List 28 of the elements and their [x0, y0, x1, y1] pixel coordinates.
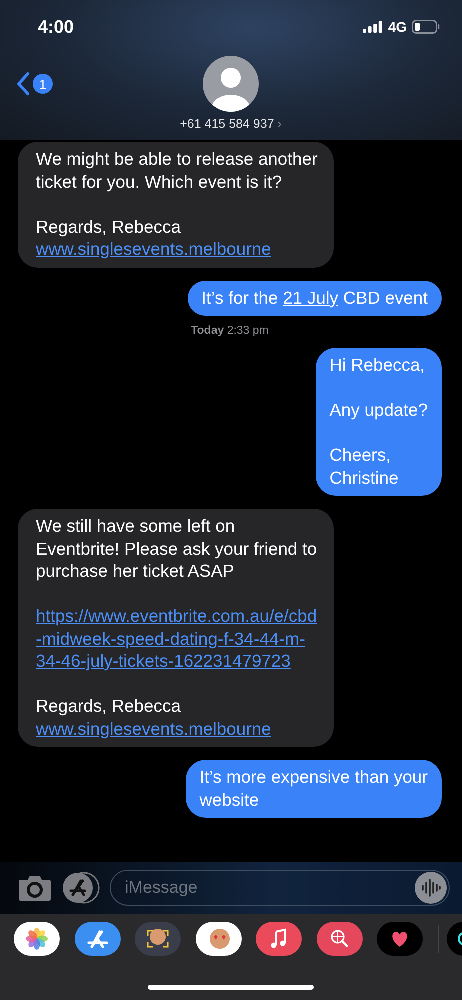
message-bubble[interactable]: We still have some left on Eventbrite! Please ask your friend to purchase her ticket ASAP https://www.eventbrite.com.au/e/cbd-midweek-speed-dating-f-34-44-m-34-46-july-tickets-162231479723 Regards, Rebecca www.singlesevents.melbourne	[18, 509, 334, 747]
app-icon[interactable]	[447, 922, 462, 956]
link[interactable]: www.singlesevents.melbourne	[36, 718, 318, 740]
audio-icon[interactable]	[415, 872, 447, 904]
globe-search-icon[interactable]	[316, 922, 362, 956]
status-time: 4:00	[38, 16, 74, 38]
message-bubble[interactable]: It’s for the 21 July CBD event	[188, 280, 442, 316]
music-icon[interactable]	[256, 922, 302, 956]
link[interactable]: www.singlesevents.melbourne	[36, 238, 318, 260]
figure-sticker-icon[interactable]	[196, 922, 242, 956]
date-link[interactable]: 21 July	[283, 288, 339, 308]
contact-number[interactable]: +61 415 584 937 ›	[180, 117, 282, 131]
message-bubble[interactable]: Hi Rebecca, Any update? Cheers, Christine	[316, 348, 442, 496]
signal-icon	[363, 21, 384, 33]
camera-icon[interactable]	[18, 874, 52, 902]
message-bubble[interactable]: It’s more expensive than your website	[186, 760, 442, 818]
app-store-icon[interactable]	[74, 922, 120, 956]
timestamp: Today 2:33 pm	[190, 325, 270, 337]
back-chevron-icon[interactable]	[16, 72, 30, 96]
photos-app-icon[interactable]	[14, 922, 60, 956]
figure-camera-icon[interactable]	[135, 922, 181, 956]
link[interactable]: https://www.eventbrite.com.au/e/cbd-midweek-speed-dating-f-34-44-m-34-46-july-tickets-162231479723	[36, 605, 318, 672]
network-label: 4G	[388, 19, 407, 35]
battery-icon	[412, 20, 440, 34]
message-field[interactable]: iMessage	[110, 870, 450, 906]
back-button[interactable]: 1	[16, 72, 53, 96]
avatar-icon[interactable]	[203, 56, 259, 112]
message-bubble[interactable]: We might be able to release another ticket for you. Which event is it? Regards, Rebecca www.singlesevents.melbourne	[18, 142, 334, 268]
